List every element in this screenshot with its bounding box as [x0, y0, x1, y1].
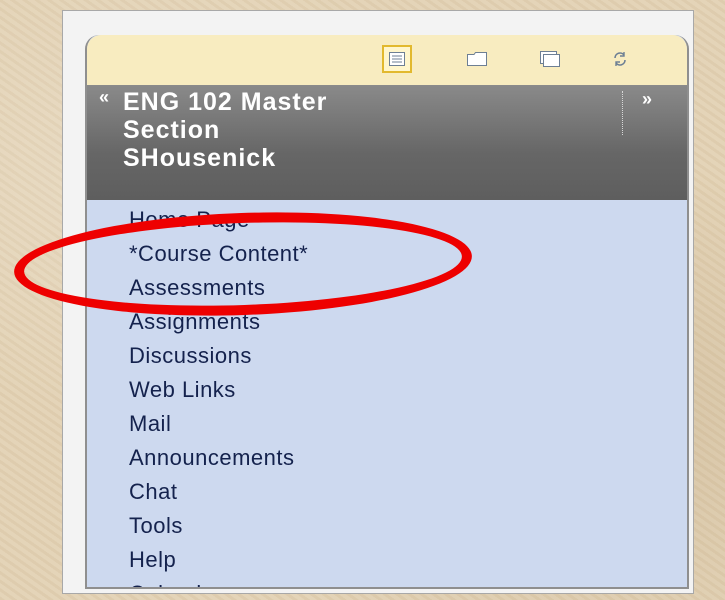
collapse-icon[interactable]: « — [99, 87, 109, 108]
folder-icon[interactable] — [462, 45, 492, 73]
menu-toolbar — [87, 35, 687, 85]
nav-item-assessments[interactable]: Assessments — [87, 271, 687, 305]
nav-item-web-links[interactable]: Web Links — [87, 373, 687, 407]
header-divider — [622, 91, 624, 135]
nav-item-mail[interactable]: Mail — [87, 407, 687, 441]
nav-item-discussions[interactable]: Discussions — [87, 339, 687, 373]
nav-item-assignments[interactable]: Assignments — [87, 305, 687, 339]
refresh-icon[interactable] — [605, 45, 635, 73]
nav-item-calendar[interactable]: Calendar — [87, 577, 687, 587]
course-nav-list: Home Page *Course Content* Assessments A… — [87, 203, 687, 587]
nav-item-home-page[interactable]: Home Page — [87, 203, 687, 237]
course-header: « ENG 102 Master Section SHousenick » — [87, 85, 687, 200]
nav-item-announcements[interactable]: Announcements — [87, 441, 687, 475]
nav-item-tools[interactable]: Tools — [87, 509, 687, 543]
window-icon[interactable] — [535, 45, 565, 73]
list-view-icon[interactable] — [382, 45, 412, 73]
nav-item-chat[interactable]: Chat — [87, 475, 687, 509]
course-menu-panel: « ENG 102 Master Section SHousenick » Ho… — [85, 35, 689, 589]
course-title: ENG 102 Master Section SHousenick — [123, 88, 328, 172]
expand-icon[interactable]: » — [642, 89, 652, 110]
nav-item-help[interactable]: Help — [87, 543, 687, 577]
nav-item-course-content[interactable]: *Course Content* — [87, 237, 687, 271]
